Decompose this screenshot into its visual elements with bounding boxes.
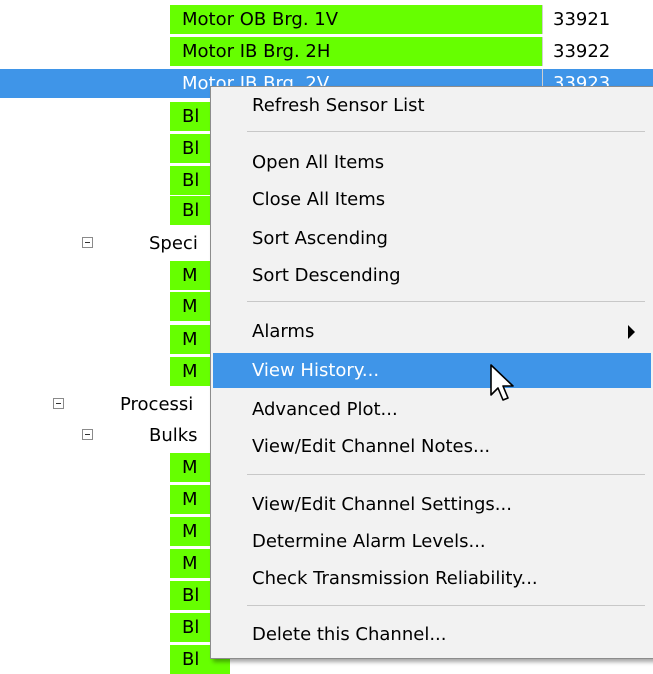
menu-separator [247, 131, 645, 132]
collapse-icon[interactable] [82, 429, 93, 440]
menu-item-alarms-label: Alarms [252, 321, 315, 342]
menu-item-alarms[interactable]: Alarms [213, 314, 651, 349]
menu-separator [247, 301, 645, 302]
menu-item-view-edit-channel-settings[interactable]: View/Edit Channel Settings... [213, 487, 651, 522]
mouse-pointer-icon [490, 364, 514, 401]
tree-row-name: Motor IB Brg. 2H [170, 37, 542, 66]
tree-row[interactable]: Motor OB Brg. 1V 33921 [0, 5, 653, 34]
tree-row[interactable]: Motor IB Brg. 2H 33922 [0, 37, 653, 66]
tree-row-id: 33922 [542, 37, 653, 66]
menu-separator [247, 605, 645, 606]
menu-item-delete-this-channel[interactable]: Delete this Channel... [213, 617, 651, 652]
collapse-icon[interactable] [53, 398, 64, 409]
menu-item-sort-ascending[interactable]: Sort Ascending [213, 221, 651, 256]
menu-item-advanced-plot[interactable]: Advanced Plot... [213, 392, 651, 427]
menu-separator [247, 474, 645, 475]
menu-item-determine-alarm-levels[interactable]: Determine Alarm Levels... [213, 524, 651, 559]
context-menu: Refresh Sensor List Open All Items Close… [210, 86, 653, 659]
menu-item-close-all-items[interactable]: Close All Items [213, 182, 651, 217]
menu-item-check-transmission-reliability[interactable]: Check Transmission Reliability... [213, 561, 651, 596]
menu-item-view-edit-channel-notes[interactable]: View/Edit Channel Notes... [213, 429, 651, 464]
menu-item-open-all-items[interactable]: Open All Items [213, 145, 651, 180]
menu-item-refresh-sensor-list[interactable]: Refresh Sensor List [213, 88, 651, 123]
menu-item-sort-descending[interactable]: Sort Descending [213, 258, 651, 293]
tree-group-name: Processi [108, 390, 218, 419]
tree-row-id: 33921 [542, 5, 653, 34]
collapse-icon[interactable] [82, 237, 93, 248]
tree-row-name: Motor OB Brg. 1V [170, 5, 542, 34]
menu-item-view-history[interactable]: View History... [213, 353, 651, 388]
chevron-right-icon [628, 325, 635, 339]
